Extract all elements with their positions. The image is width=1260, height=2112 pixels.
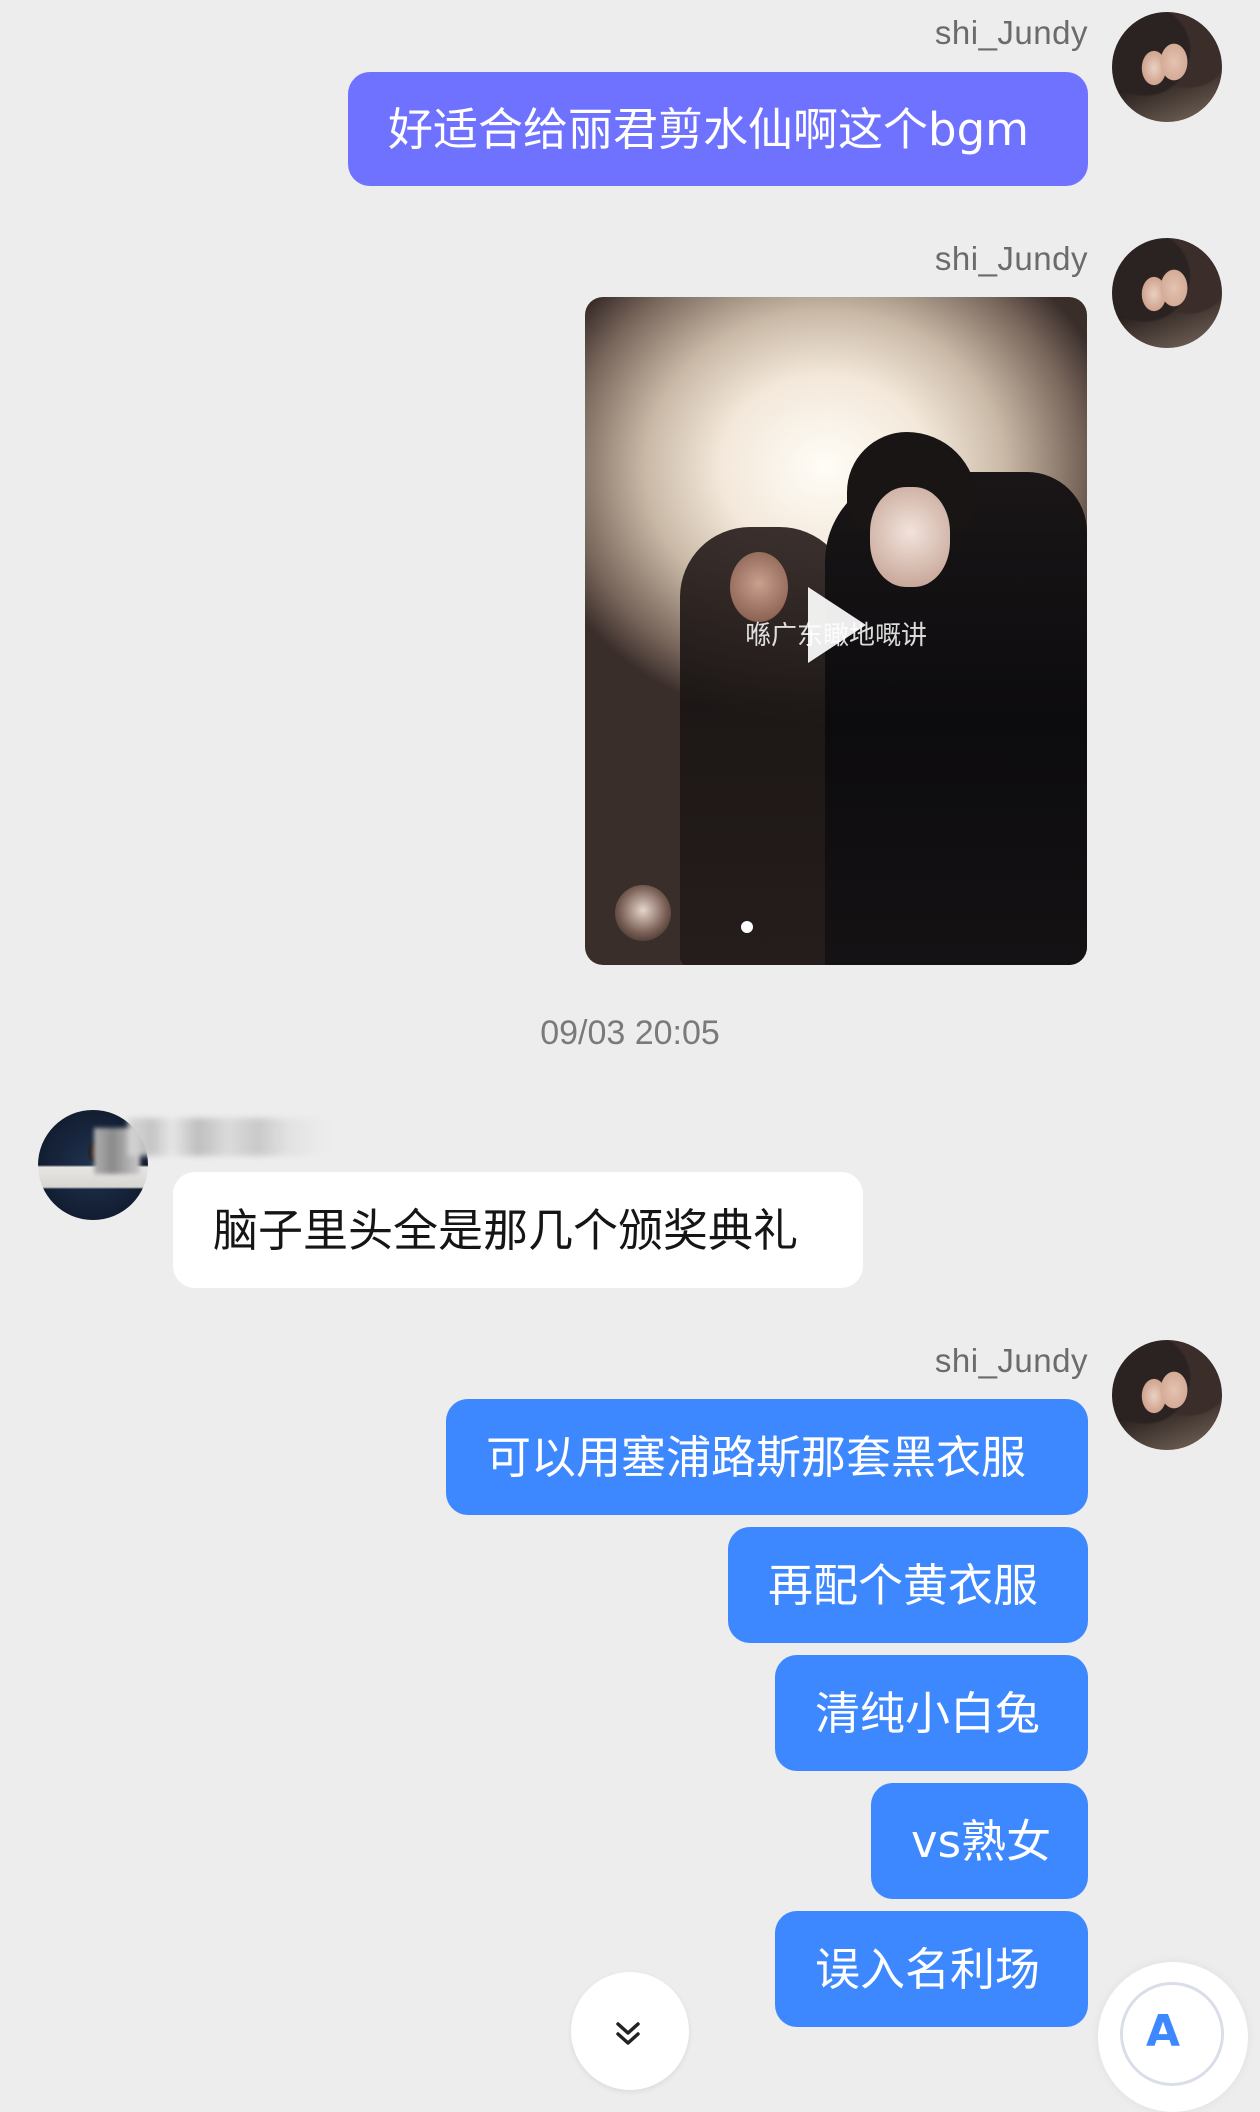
video-dot-indicator <box>741 921 753 933</box>
self-avatar[interactable] <box>1112 12 1222 122</box>
video-face-right <box>870 487 950 587</box>
message-bubble[interactable]: 清纯小白兔 <box>775 1655 1088 1771</box>
message-bubble[interactable]: 可以用塞浦路斯那套黑衣服 <box>446 1399 1088 1515</box>
sender-username: shi_Jundy <box>934 240 1088 277</box>
message-text: 再配个黄衣服 <box>768 1558 1039 1612</box>
video-figure-right <box>825 472 1087 965</box>
message-bubble[interactable]: 好适合给丽君剪水仙啊这个bgm <box>348 72 1088 186</box>
scroll-to-bottom-button[interactable] <box>571 1972 689 2090</box>
message-text: 误入名利场 <box>815 1942 1041 1996</box>
self-avatar[interactable] <box>1112 1340 1222 1450</box>
message-timestamp: 09/03 20:05 <box>540 1014 720 1052</box>
sender-username: shi_Jundy <box>934 14 1088 51</box>
message-bubble[interactable]: 脑子里头全是那几个颁奖典礼 <box>173 1172 863 1288</box>
message-bubble[interactable]: 误入名利场 <box>775 1911 1088 2027</box>
double-chevron-down-icon <box>616 2022 640 2045</box>
message-text: 好适合给丽君剪水仙啊这个bgm <box>388 102 1029 156</box>
message-text: vs熟女 <box>911 1814 1052 1868</box>
message-text: 可以用塞浦路斯那套黑衣服 <box>486 1430 1027 1484</box>
message-text: 脑子里头全是那几个颁奖典礼 <box>213 1203 799 1257</box>
text-recognition-icon: A <box>1146 2006 1181 2057</box>
sender-username: shi_Jundy <box>934 1342 1088 1379</box>
self-avatar[interactable] <box>1112 238 1222 348</box>
video-author-avatar <box>615 885 671 941</box>
video-face-left <box>730 552 788 622</box>
text-recognition-button[interactable]: A <box>1098 1962 1248 2112</box>
play-icon[interactable] <box>808 587 866 663</box>
message-text: 清纯小白兔 <box>815 1686 1041 1740</box>
other-username-blurred <box>128 1118 328 1156</box>
video-message[interactable]: 喺广东瞰地嘅讲 <box>585 297 1087 965</box>
message-bubble[interactable]: vs熟女 <box>871 1783 1088 1899</box>
message-bubble[interactable]: 再配个黄衣服 <box>728 1527 1088 1643</box>
